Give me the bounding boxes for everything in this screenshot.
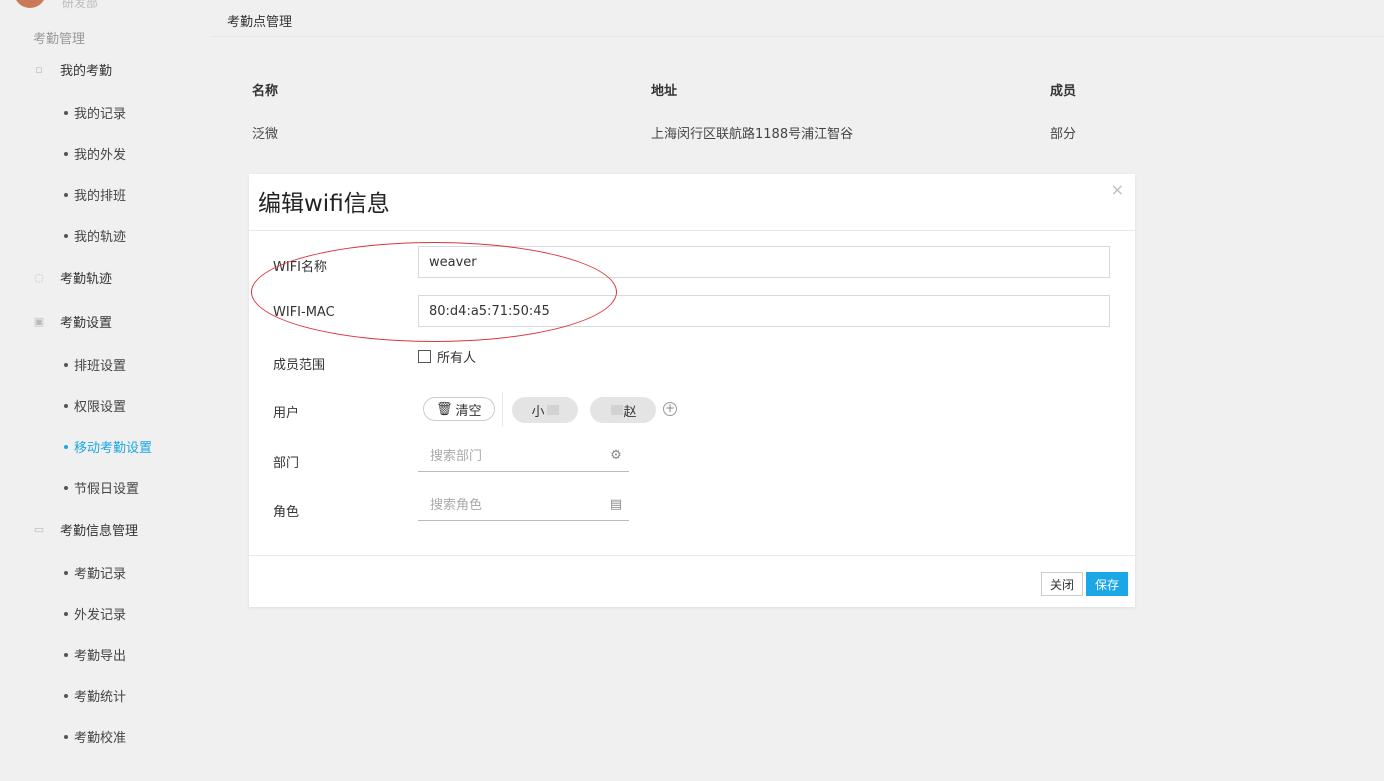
sidebar-group-label: 考勤信息管理	[60, 524, 139, 539]
edit-wifi-dialog: 编辑wifi信息 × WIFI名称 WIFI-MAC 成员范围 所有人 用户 🗑…	[249, 174, 1135, 607]
divider	[249, 230, 1135, 231]
cell-name: 泛微	[252, 127, 279, 142]
role-search-field: ▤	[418, 491, 629, 521]
sidebar-item-attendance-stats[interactable]: 考勤统计	[64, 686, 126, 705]
section-title: 考勤管理	[33, 32, 86, 47]
clear-button[interactable]: 🗑 清空	[423, 397, 495, 421]
close-button[interactable]: 关闭	[1041, 572, 1084, 596]
close-icon[interactable]: ×	[1111, 180, 1124, 199]
column-header-address: 地址	[651, 84, 678, 99]
sidebar-item-attendance-records[interactable]: 考勤记录	[64, 563, 126, 582]
dialog-title: 编辑wifi信息	[258, 191, 390, 217]
checkbox-box[interactable]	[418, 350, 431, 363]
cell-address: 上海闵行区联航路1188号浦江智谷	[651, 127, 854, 142]
sidebar-item-my-track[interactable]: 我的轨迹	[64, 226, 126, 245]
department-label: 研发部	[62, 0, 99, 10]
department-search-input[interactable]	[428, 448, 602, 465]
sidebar-group-label: 考勤设置	[60, 316, 113, 331]
role-label: 角色	[273, 505, 300, 520]
sidebar-group-label: 考勤轨迹	[60, 272, 113, 287]
all-people-checkbox[interactable]: 所有人	[418, 347, 476, 366]
role-browse-icon[interactable]: ▤	[607, 495, 625, 513]
sidebar: 研发部 考勤管理 ▫ 我的考勤 我的记录 我的外发 我的排班 我的轨迹 ◌ 考勤…	[0, 0, 210, 781]
role-search-input[interactable]	[428, 497, 602, 514]
sidebar-item-shift-settings[interactable]: 排班设置	[64, 355, 126, 374]
all-people-label: 所有人	[437, 351, 477, 366]
wifi-name-input[interactable]	[418, 246, 1110, 278]
column-header-name: 名称	[252, 84, 279, 99]
sidebar-item-holiday-settings[interactable]: 节假日设置	[64, 478, 139, 497]
wifi-mac-input[interactable]	[418, 295, 1110, 327]
sidebar-group-attendance-track[interactable]: ◌ 考勤轨迹	[32, 268, 112, 287]
document-icon: ▭	[33, 523, 45, 536]
member-scope-label: 成员范围	[273, 358, 326, 373]
wifi-name-label: WIFI名称	[273, 260, 327, 275]
page-title: 考勤点管理	[227, 15, 293, 30]
sidebar-group-label: 我的考勤	[60, 64, 113, 79]
sidebar-group-my-attendance[interactable]: ▫ 我的考勤	[32, 60, 112, 79]
sidebar-group-attendance-settings[interactable]: ▣ 考勤设置	[32, 312, 112, 331]
add-user-icon[interactable]: +	[663, 402, 677, 416]
sidebar-item-attendance-export[interactable]: 考勤导出	[64, 645, 126, 664]
user-label: 用户	[273, 406, 300, 421]
sidebar-item-my-outgoing[interactable]: 我的外发	[64, 144, 126, 163]
cell-members: 部分	[1050, 127, 1077, 142]
department-label: 部门	[273, 456, 300, 471]
sidebar-item-my-records[interactable]: 我的记录	[64, 103, 126, 122]
sidebar-item-mobile-attendance-settings[interactable]: 移动考勤设置	[64, 437, 152, 456]
divider	[210, 36, 1384, 37]
sidebar-group-attendance-info[interactable]: ▭ 考勤信息管理	[32, 520, 138, 539]
save-button[interactable]: 保存	[1086, 572, 1129, 596]
trash-icon: 🗑	[436, 401, 453, 417]
avatar[interactable]	[14, 0, 46, 8]
route-icon: ◌	[34, 271, 44, 284]
settings-icon: ▣	[33, 315, 45, 328]
sidebar-item-outgoing-records[interactable]: 外发记录	[64, 604, 126, 623]
sidebar-item-my-schedule[interactable]: 我的排班	[64, 185, 126, 204]
sidebar-item-permission-settings[interactable]: 权限设置	[64, 396, 126, 415]
user-tag[interactable]: 赵	[590, 397, 656, 423]
divider	[249, 555, 1135, 556]
department-search-field: ⚙	[418, 442, 629, 472]
calendar-icon: ▫	[35, 63, 43, 76]
wifi-mac-label: WIFI-MAC	[273, 305, 335, 320]
sidebar-item-attendance-calibration[interactable]: 考勤校准	[64, 727, 126, 746]
column-header-members: 成员	[1050, 84, 1077, 99]
divider	[502, 392, 503, 426]
user-tag[interactable]: 小	[512, 397, 578, 423]
department-browse-icon[interactable]: ⚙	[607, 446, 625, 464]
